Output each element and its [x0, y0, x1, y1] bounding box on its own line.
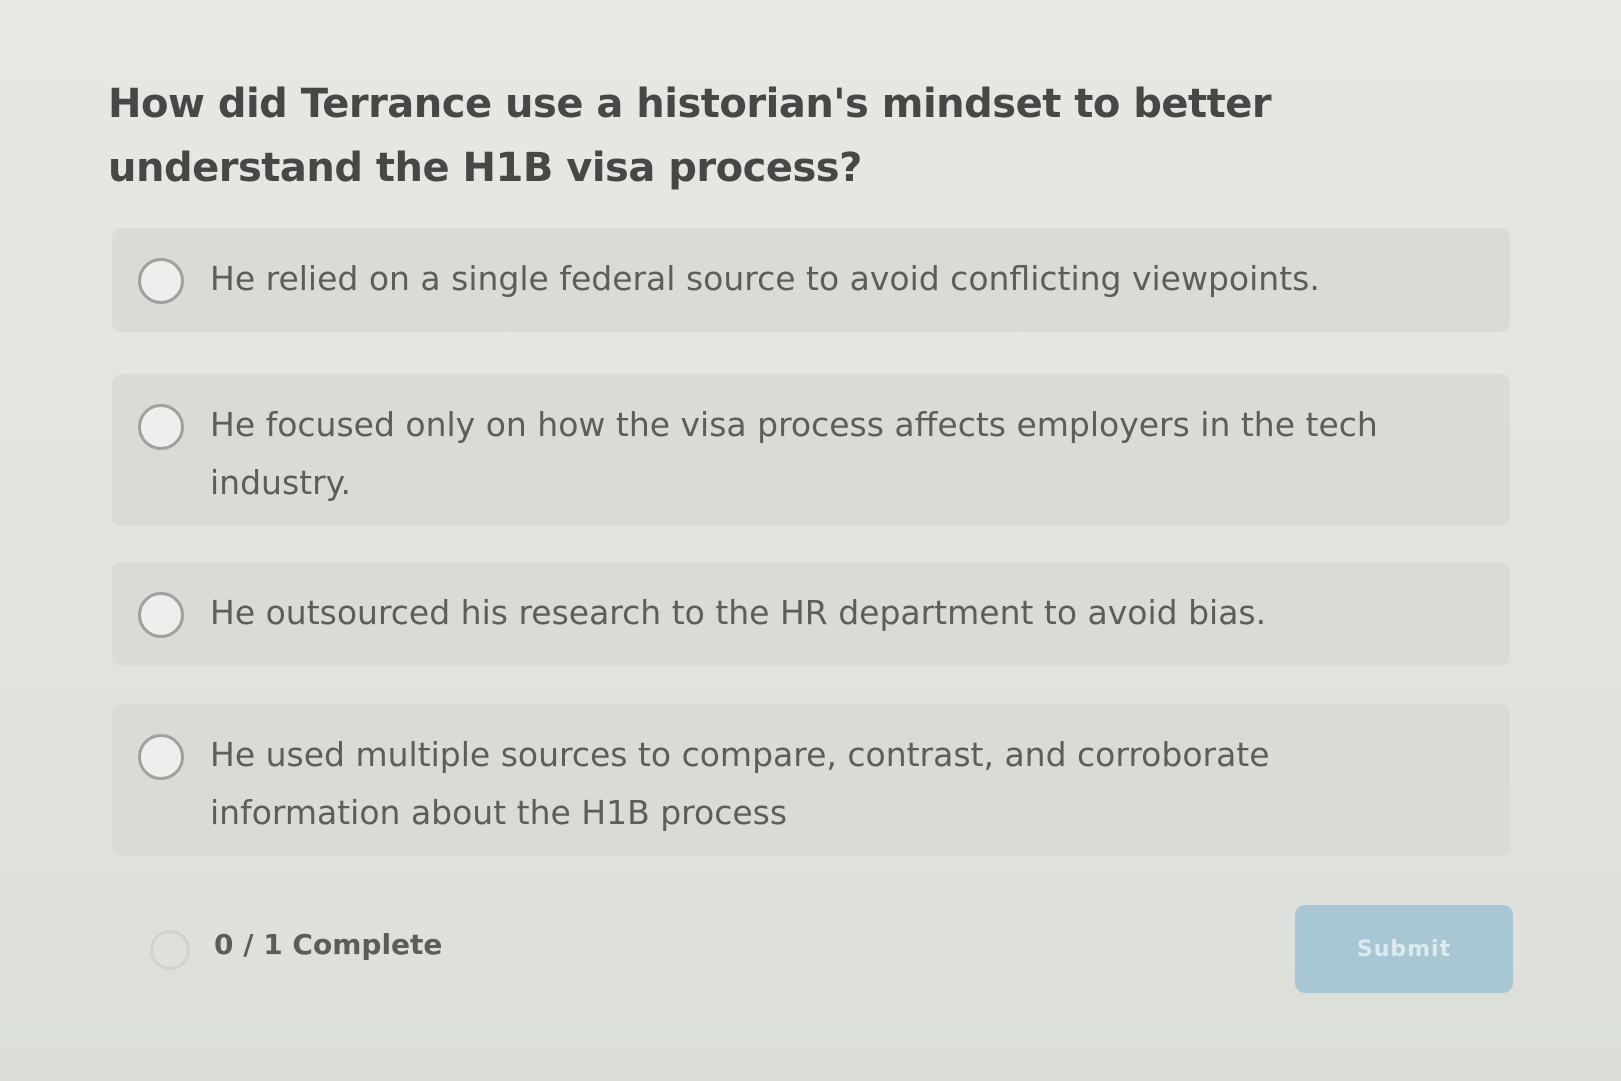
radio-button-icon[interactable]: [138, 592, 184, 638]
progress-ring-icon: [150, 930, 190, 970]
answer-option-label: He focused only on how the visa process …: [210, 405, 1378, 502]
answer-option-1[interactable]: He relied on a single federal source to …: [112, 228, 1510, 332]
answer-option-label: He relied on a single federal source to …: [210, 259, 1320, 298]
answer-option-label: He used multiple sources to compare, con…: [210, 735, 1270, 832]
answer-option-3[interactable]: He outsourced his research to the HR dep…: [112, 562, 1510, 666]
progress-status: 0 / 1 Complete: [214, 928, 443, 961]
answer-option-4[interactable]: He used multiple sources to compare, con…: [112, 704, 1510, 856]
submit-button[interactable]: Submit: [1295, 905, 1513, 993]
radio-button-icon[interactable]: [138, 258, 184, 304]
answer-option-2[interactable]: He focused only on how the visa process …: [112, 374, 1510, 526]
radio-button-icon[interactable]: [138, 734, 184, 780]
radio-button-icon[interactable]: [138, 404, 184, 450]
quiz-page: How did Terrance use a historian's minds…: [0, 0, 1621, 1081]
question-text: How did Terrance use a historian's minds…: [108, 81, 1272, 191]
answer-option-label: He outsourced his research to the HR dep…: [210, 593, 1267, 632]
